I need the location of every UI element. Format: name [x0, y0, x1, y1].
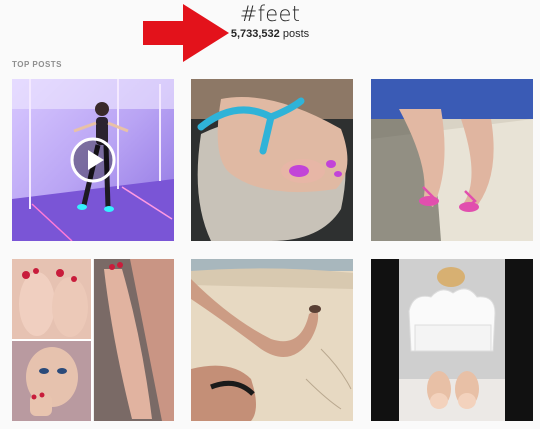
post-count: 5,733,532 posts	[0, 28, 540, 40]
post-thumbnail-1[interactable]	[12, 79, 174, 241]
post-image-collage	[12, 259, 174, 421]
post-thumbnail-4[interactable]	[12, 259, 174, 421]
post-image-beach	[191, 259, 353, 421]
post-image-pink-flip-flops	[371, 79, 533, 241]
post-thumbnail-3[interactable]	[371, 79, 533, 241]
play-icon[interactable]	[70, 137, 116, 183]
red-arrow-annotation	[143, 4, 229, 62]
post-thumbnail-6[interactable]	[371, 259, 533, 421]
hashtag-title: #feet	[239, 2, 301, 26]
post-image-chef-hat	[371, 259, 533, 421]
post-image-flip-flop	[191, 79, 353, 241]
post-thumbnail-5[interactable]	[191, 259, 353, 421]
post-count-number: 5,733,532	[230, 28, 280, 40]
post-thumbnail-2[interactable]	[191, 79, 353, 241]
top-posts-label: TOP POSTS	[12, 60, 62, 69]
post-count-unit: posts	[282, 28, 310, 40]
